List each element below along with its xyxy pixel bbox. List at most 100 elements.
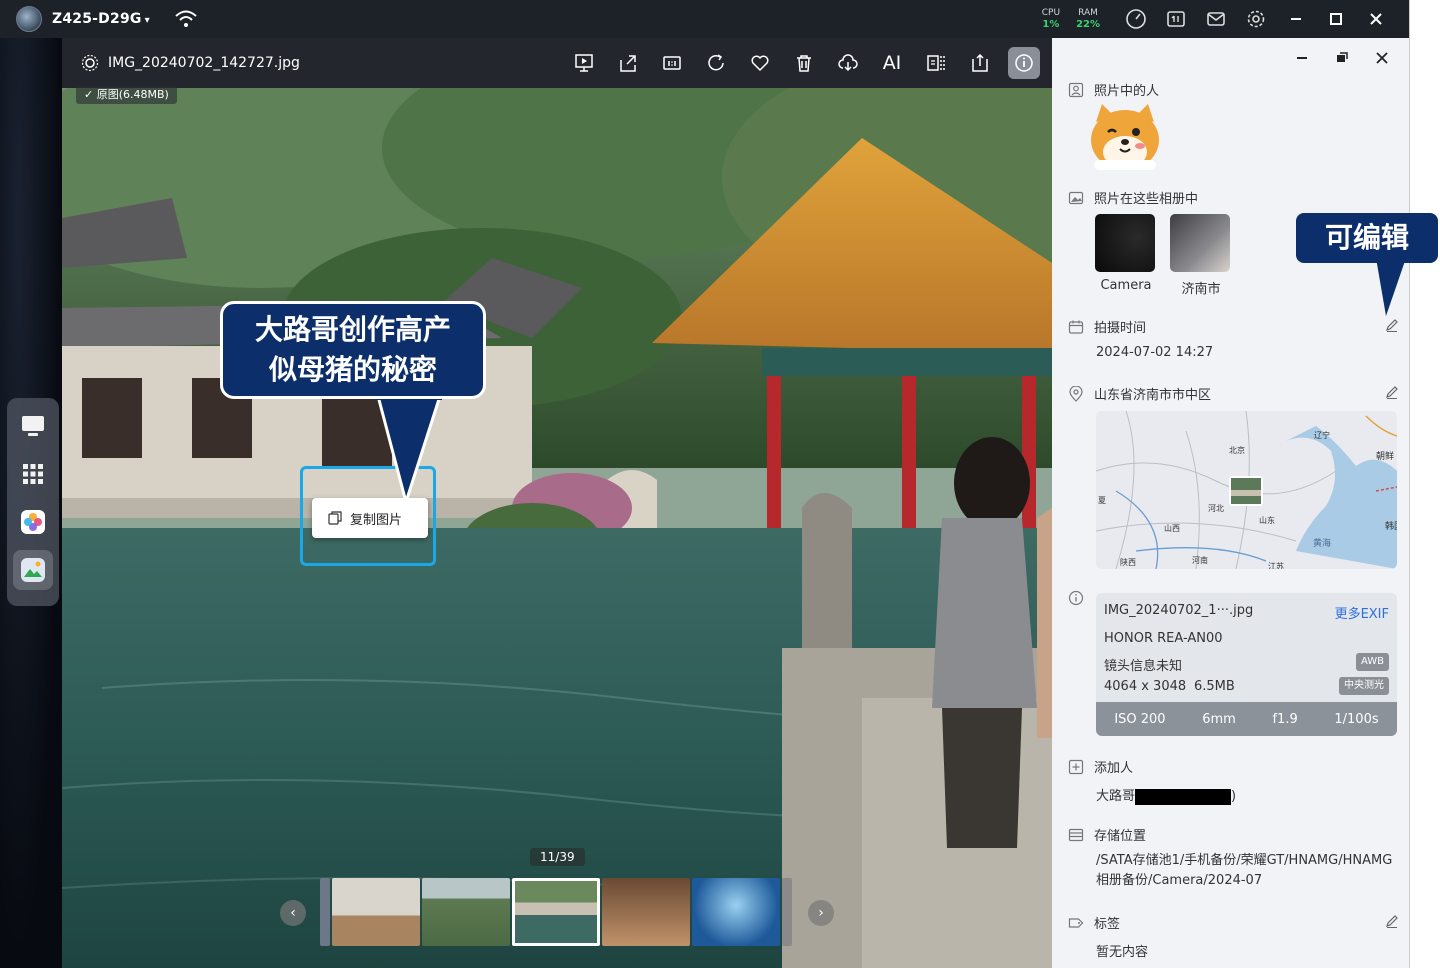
people-title: 照片中的人 [1094, 84, 1160, 99]
desktop-app-icon[interactable] [13, 406, 53, 446]
tag-icon [1068, 917, 1084, 928]
photo-image[interactable] [62, 88, 1052, 968]
app-dock [7, 398, 59, 606]
exif-focal: 6mm [1202, 711, 1236, 727]
cloud-download-icon[interactable] [826, 38, 870, 88]
filmstrip-thumb[interactable] [692, 878, 780, 946]
photo-counter: 11/39 [530, 848, 585, 866]
map-label: 辽宁 [1314, 430, 1330, 440]
maximize-icon[interactable] [1316, 0, 1356, 38]
panel-close-icon[interactable] [1364, 46, 1400, 70]
redacted-block [1135, 788, 1232, 805]
dashboard-icon[interactable] [1116, 0, 1156, 38]
gear-icon[interactable] [1236, 0, 1276, 38]
map-label: 北京 [1229, 445, 1245, 455]
exif-file-name: IMG_20240702_1···.jpg [1104, 603, 1254, 618]
edit-tags-icon[interactable] [1384, 913, 1400, 929]
album-jinan[interactable]: 济南市 [1170, 214, 1232, 297]
map-label: 韩国 [1385, 520, 1397, 532]
compare-icon[interactable] [914, 38, 958, 88]
device-name-menu[interactable]: Z425-D29G ▾ [52, 11, 150, 27]
headline-line-1: 大路哥创作高产 [254, 313, 451, 346]
panel-restore-icon[interactable] [1324, 46, 1360, 70]
filmstrip-thumb[interactable] [782, 878, 792, 946]
map-label: 河南 [1192, 555, 1208, 565]
edit-location-icon[interactable] [1384, 384, 1400, 400]
exif-iso: ISO 200 [1114, 711, 1166, 727]
storage-section-header: 存储位置 [1068, 825, 1146, 844]
tags-value: 暂无内容 [1096, 945, 1149, 960]
photo-viewer: IMG_20240702_142727.jpg AI ✓ 原图(6.48MB) … [62, 38, 1052, 968]
exif-card: IMG_20240702_1···.jpg 更多EXIF HONOR REA-A… [1096, 593, 1397, 736]
slideshow-icon[interactable] [562, 38, 606, 88]
location-map[interactable]: 辽宁 朝鲜 北京 河北 山东 山西 黄海 韩国 陕西 河南 江苏 夏 [1096, 411, 1397, 569]
original-size-badge[interactable]: ✓ 原图(6.48MB) [76, 86, 177, 104]
filmstrip-thumb[interactable] [422, 878, 510, 946]
add-icon [1068, 759, 1084, 774]
info-icon[interactable] [1002, 38, 1046, 88]
time-section-header: 拍摄时间 [1068, 317, 1146, 336]
task-icon[interactable] [1156, 0, 1196, 38]
album-cover [1095, 214, 1155, 272]
added-person-name: 大路哥 [1096, 789, 1136, 804]
map-label: 山西 [1164, 523, 1180, 533]
app-grid-icon[interactable] [13, 454, 53, 494]
export-icon[interactable] [958, 38, 1002, 88]
tags-title: 标签 [1094, 917, 1121, 932]
callout-pointer [376, 396, 442, 506]
nas-logo[interactable] [16, 6, 42, 32]
filmstrip [320, 878, 794, 946]
added-person: 大路哥) [1096, 785, 1236, 805]
person-avatar[interactable] [1088, 102, 1162, 172]
time-title: 拍摄时间 [1094, 321, 1147, 336]
wifi-icon[interactable] [174, 9, 198, 29]
exif-aperture: f1.9 [1272, 711, 1298, 727]
photos-app-icon[interactable] [13, 502, 53, 542]
copy-icon [328, 511, 342, 525]
editable-callout-pointer [1376, 258, 1406, 316]
tags-section-header: 标签 [1068, 913, 1120, 932]
rotate-icon[interactable] [694, 38, 738, 88]
exif-info-icon [1068, 590, 1084, 606]
minimize-icon[interactable] [1276, 0, 1316, 38]
edit-time-icon[interactable] [1384, 317, 1400, 333]
album-name: Camera [1100, 278, 1152, 293]
ai-label: AI [882, 52, 902, 74]
person-icon [1068, 82, 1084, 97]
album-icon [1068, 191, 1084, 204]
editable-callout: 可编辑 [1296, 213, 1438, 263]
add-person-section-header[interactable]: 添加人 [1068, 757, 1133, 776]
gallery-app-icon[interactable] [13, 550, 53, 590]
close-icon[interactable] [1356, 0, 1396, 38]
filmstrip-thumb[interactable] [602, 878, 690, 946]
album-camera[interactable]: Camera [1095, 214, 1157, 293]
map-label: 陕西 [1120, 557, 1136, 567]
ai-icon[interactable]: AI [870, 38, 914, 88]
favorite-icon[interactable] [738, 38, 782, 88]
more-exif-link[interactable]: 更多EXIF [1335, 603, 1389, 622]
viewer-toolbar: IMG_20240702_142727.jpg AI [62, 38, 1052, 88]
add-person-title: 添加人 [1094, 761, 1134, 776]
filmstrip-thumb[interactable] [332, 878, 420, 946]
album-name: 济南市 [1181, 282, 1221, 297]
filmstrip-thumb-selected[interactable] [512, 878, 600, 946]
exif-filesize: 6.5MB [1194, 679, 1235, 694]
album-cover [1170, 214, 1230, 272]
filmstrip-prev-button[interactable]: ‹ [280, 900, 306, 926]
chevron-down-icon: ▾ [144, 15, 150, 26]
filmstrip-thumb[interactable] [320, 878, 330, 946]
exif-resolution: 4064 x 3048 [1104, 679, 1187, 694]
actual-size-icon[interactable] [650, 38, 694, 88]
panel-minimize-icon[interactable] [1284, 46, 1320, 70]
nas-top-bar: Z425-D29G ▾ CPU 1% RAM 22% [0, 0, 1409, 38]
share-icon[interactable] [606, 38, 650, 88]
file-name: IMG_20240702_142727.jpg [108, 55, 300, 71]
mail-icon[interactable] [1196, 0, 1236, 38]
delete-icon[interactable] [782, 38, 826, 88]
settings-sun-icon[interactable] [80, 53, 100, 73]
headline-line-2: 似母猪的秘密 [268, 353, 437, 386]
map-label: 黄海 [1313, 537, 1331, 549]
filmstrip-next-button[interactable]: › [808, 900, 834, 926]
time-value: 2024-07-02 14:27 [1096, 345, 1214, 360]
added-person-suffix: ) [1231, 789, 1237, 804]
